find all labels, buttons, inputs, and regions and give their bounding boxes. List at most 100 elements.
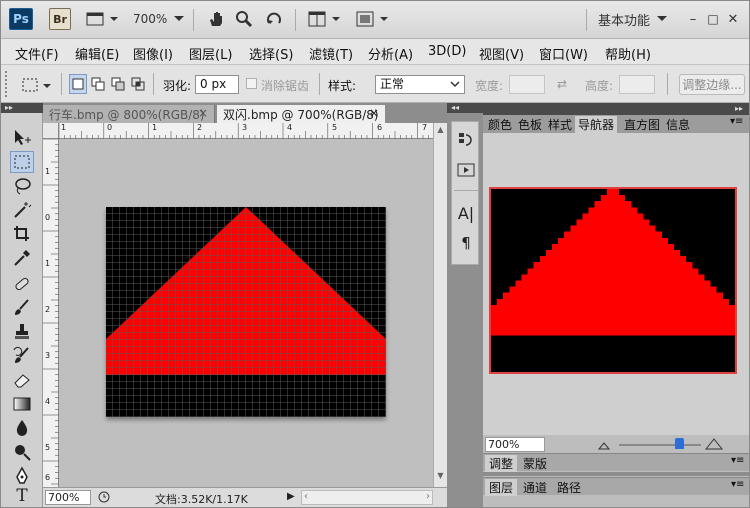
panel-menu-icon[interactable]: ▾≡	[727, 479, 748, 496]
status-info-icon[interactable]	[97, 490, 111, 505]
navigator-zoom-slider[interactable]	[675, 438, 684, 449]
vertical-scrollbar[interactable]: ▲ ▼	[433, 123, 447, 487]
menu-window[interactable]: 窗口(W)	[539, 44, 588, 63]
selection-mode-group	[69, 74, 147, 96]
tab-styles[interactable]: 样式	[545, 116, 575, 133]
gradient-tool[interactable]	[10, 393, 34, 415]
type-tool[interactable]: T	[10, 485, 34, 507]
panel-collapse-bar[interactable]: ▸▸	[483, 103, 749, 115]
hand-tool-button[interactable]	[205, 8, 227, 30]
scroll-left-icon[interactable]: ‹	[304, 491, 308, 502]
maximize-button[interactable]: □	[705, 8, 721, 30]
eyedropper-tool[interactable]	[10, 247, 34, 269]
antialias-checkbox[interactable]	[246, 78, 257, 89]
healing-brush-tool[interactable]	[10, 273, 34, 295]
magic-wand-tool[interactable]	[10, 199, 34, 221]
nav-preview-row	[588, 207, 638, 214]
navigator-zoom-field[interactable]: 700%	[485, 437, 545, 452]
zoom-level-dropdown[interactable]: 700%	[133, 8, 185, 30]
tab-info[interactable]: 信息	[663, 116, 693, 133]
add-selection-button[interactable]	[89, 74, 107, 94]
navigator-thumbnail[interactable]	[489, 187, 737, 374]
nav-preview-row	[539, 256, 687, 263]
menu-filter[interactable]: 滤镜(T)	[309, 44, 353, 63]
tools-collapse-bar[interactable]: ▸▸	[1, 103, 43, 113]
feather-input[interactable]: 0 px	[195, 75, 239, 94]
clone-stamp-tool[interactable]	[10, 321, 34, 343]
actions-panel-button[interactable]	[456, 160, 476, 180]
menu-edit[interactable]: 编辑(E)	[75, 44, 119, 63]
status-zoom-field[interactable]: 700%	[45, 490, 91, 505]
scroll-down-icon[interactable]: ▼	[435, 471, 446, 483]
width-input[interactable]	[509, 75, 545, 94]
ruler-origin[interactable]	[43, 123, 59, 139]
zoom-out-icon[interactable]	[597, 439, 613, 451]
dock-collapse-bar[interactable]: ◂◂	[447, 103, 483, 113]
eraser-tool[interactable]	[10, 369, 34, 391]
status-menu-arrow-icon[interactable]: ▶	[287, 491, 299, 505]
menu-image[interactable]: 图像(I)	[133, 44, 173, 63]
tab-histogram[interactable]: 直方图	[621, 116, 663, 133]
brush-tool[interactable]	[10, 297, 34, 319]
menu-help[interactable]: 帮助(H)	[605, 44, 651, 63]
menu-file[interactable]: 文件(F)	[15, 44, 59, 63]
minimize-button[interactable]: –	[685, 8, 701, 30]
close-button[interactable]: ✕	[725, 8, 741, 30]
scroll-right-icon[interactable]: ›	[426, 491, 430, 502]
intersect-selection-button[interactable]	[129, 74, 147, 94]
pen-tool[interactable]	[10, 465, 34, 487]
view-extras-button[interactable]	[85, 8, 121, 30]
tab-paths[interactable]: 路径	[553, 479, 585, 496]
tab-close-icon[interactable]: ×	[369, 106, 379, 120]
navigator-zoom-track[interactable]	[619, 444, 701, 446]
tab-color[interactable]: 颜色	[485, 116, 515, 133]
subtract-selection-icon	[111, 77, 125, 91]
menu-view[interactable]: 视图(V)	[479, 44, 524, 63]
tool-preset-picker[interactable]	[21, 74, 55, 96]
history-brush-tool[interactable]	[10, 345, 34, 367]
scroll-up-icon[interactable]: ▲	[435, 125, 446, 137]
tab-adjustments[interactable]: 调整	[485, 455, 518, 472]
crop-tool[interactable]	[10, 223, 34, 245]
tab-masks[interactable]: 蒙版	[519, 455, 551, 472]
menu-analysis[interactable]: 分析(A)	[368, 44, 413, 63]
horizontal-scrollbar[interactable]: ‹ ›	[301, 490, 433, 505]
height-input[interactable]	[619, 75, 655, 94]
tab-close-icon[interactable]: ×	[198, 106, 208, 120]
zoom-in-icon[interactable]	[705, 437, 725, 451]
paragraph-panel-button[interactable]: ¶	[456, 234, 476, 254]
new-selection-button[interactable]	[69, 74, 87, 94]
style-select[interactable]: 正常	[375, 75, 465, 94]
tab-document-1[interactable]: 行车.bmp @ 800%(RGB/8) ×	[43, 105, 215, 123]
menu-select[interactable]: 选择(S)	[249, 44, 293, 63]
tab-layers[interactable]: 图层	[485, 479, 518, 496]
pixel-image-canvas[interactable]	[59, 139, 433, 487]
marquee-tool[interactable]	[10, 151, 34, 173]
menu-layer[interactable]: 图层(L)	[189, 44, 232, 63]
arrange-documents-button[interactable]	[307, 8, 343, 30]
rotate-view-button[interactable]	[263, 8, 285, 30]
options-grip[interactable]	[5, 71, 9, 97]
refine-edge-button[interactable]: 调整边缘...	[679, 74, 745, 95]
menu-3d[interactable]: 3D(D)	[428, 44, 466, 59]
workspace-switcher[interactable]: 基本功能	[595, 8, 671, 30]
canvas-viewport[interactable]	[59, 139, 433, 487]
dodge-tool[interactable]	[10, 441, 34, 463]
tab-document-2[interactable]: 双闪.bmp @ 700%(RGB/8) ×	[217, 105, 385, 123]
panel-menu-icon[interactable]: ▾≡	[727, 116, 746, 133]
vertical-ruler: 1 0 1 2 3 4 5 6	[43, 138, 59, 487]
history-panel-button[interactable]	[456, 130, 476, 150]
bridge-launch-button[interactable]: Br	[49, 8, 71, 30]
subtract-selection-button[interactable]	[109, 74, 127, 94]
zoom-tool-button[interactable]	[233, 8, 255, 30]
move-tool[interactable]	[10, 127, 34, 149]
tab-navigator[interactable]: 导航器	[575, 116, 618, 133]
swap-dimensions-icon[interactable]: ⇄	[557, 77, 573, 91]
screen-mode-button[interactable]	[355, 8, 391, 30]
tab-channels[interactable]: 通道	[519, 479, 551, 496]
character-panel-button[interactable]: A|	[456, 204, 476, 224]
lasso-tool[interactable]	[10, 175, 34, 197]
blur-tool[interactable]	[10, 417, 34, 439]
tab-swatches[interactable]: 色板	[515, 116, 545, 133]
panel-menu-icon[interactable]: ▾≡	[727, 455, 748, 472]
